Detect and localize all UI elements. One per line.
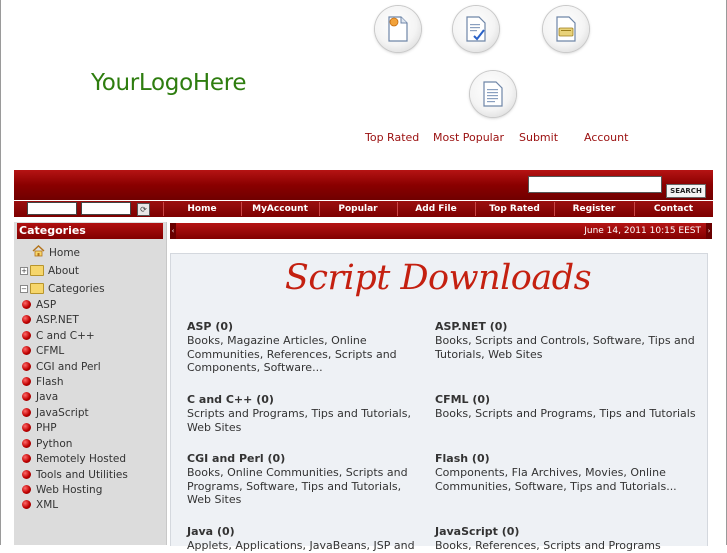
site-logo[interactable]: YourLogoHere: [91, 70, 247, 96]
category-javascript[interactable]: JavaScript: [22, 405, 89, 420]
category-label: XML: [36, 498, 59, 511]
password-field[interactable]: [81, 202, 131, 215]
tree-item-categories[interactable]: − Categories: [20, 281, 105, 296]
cell-title-javascript[interactable]: JavaScript (0): [435, 525, 519, 538]
collapse-icon[interactable]: −: [20, 284, 28, 293]
cell-title-flash[interactable]: Flash (0): [435, 452, 490, 465]
category-php[interactable]: PHP: [22, 420, 57, 435]
bullet-icon: [22, 331, 31, 340]
top-link-account[interactable]: Account: [584, 131, 628, 144]
bullet-icon: [22, 315, 31, 324]
cell-desc-asp: Books, Magazine Articles, Online Communi…: [187, 334, 397, 375]
nav-add-file[interactable]: Add File: [397, 201, 475, 217]
category-label: Tools and Utilities: [36, 468, 128, 481]
home-icon: [32, 245, 45, 260]
category-flash[interactable]: Flash: [22, 374, 64, 389]
scroll-right-icon[interactable]: ›: [706, 223, 712, 239]
nav-popular[interactable]: Popular: [319, 201, 397, 217]
cell-desc-java: Applets, Applications, JavaBeans, JSP an…: [187, 539, 415, 552]
tree-label: Categories: [48, 282, 105, 295]
category-label: CGI and Perl: [36, 360, 101, 373]
bullet-icon: [22, 423, 31, 432]
username-field[interactable]: [27, 202, 77, 215]
expand-icon[interactable]: +: [20, 266, 28, 275]
category-aspnet[interactable]: ASP.NET: [22, 312, 79, 327]
cell-desc-cgi-and-perl: Books, Online Communities, Scripts and P…: [187, 466, 408, 507]
category-label: JavaScript: [36, 406, 89, 419]
cell-title-cfml[interactable]: CFML (0): [435, 393, 490, 406]
category-tools-and-utilities[interactable]: Tools and Utilities: [22, 467, 128, 482]
scroll-left-icon[interactable]: ‹: [170, 223, 176, 239]
category-label: Flash: [36, 375, 64, 388]
cell-desc-javascript: Books, References, Scripts and Programs: [435, 539, 661, 552]
bullet-icon: [22, 392, 31, 401]
top-link-submit[interactable]: Submit: [519, 131, 558, 144]
submit-document-icon[interactable]: [543, 6, 589, 52]
bullet-icon: [22, 439, 31, 448]
cell-title-c-and-cpp[interactable]: C and C++ (0): [187, 393, 274, 406]
cell-desc-c-and-cpp: Scripts and Programs, Tips and Tutorials…: [187, 407, 411, 434]
search-input[interactable]: [528, 176, 662, 193]
category-java[interactable]: Java: [22, 389, 58, 404]
tree-label: About: [48, 264, 80, 277]
folder-icon: [30, 265, 44, 276]
page-title: Script Downloads: [284, 258, 592, 298]
cell-title-cgi-and-perl[interactable]: CGI and Perl (0): [187, 452, 285, 465]
cell-title-asp[interactable]: ASP (0): [187, 320, 233, 333]
login-go-icon[interactable]: ⟳: [137, 203, 150, 216]
top-link-most-popular[interactable]: Most Popular: [433, 131, 504, 144]
checked-document-icon[interactable]: [453, 6, 499, 52]
category-asp[interactable]: ASP: [22, 297, 56, 312]
category-cgi-and-perl[interactable]: CGI and Perl: [22, 359, 101, 374]
cell-desc-aspnet: Books, Scripts and Controls, Software, T…: [435, 334, 695, 361]
nav-register[interactable]: Register: [554, 201, 634, 217]
category-label: CFML: [36, 344, 65, 357]
cell-desc-cfml: Books, Scripts and Programs, Tips and Tu…: [435, 407, 696, 420]
nav-myaccount[interactable]: MyAccount: [241, 201, 319, 217]
tree-label: Home: [49, 246, 81, 259]
category-label: ASP: [36, 298, 57, 311]
category-c-and-cpp[interactable]: C and C++: [22, 328, 95, 343]
nav-home[interactable]: Home: [163, 201, 241, 217]
top-link-top-rated[interactable]: Top Rated: [365, 131, 419, 144]
sidebar-title: Categories: [17, 223, 163, 239]
bullet-icon: [22, 300, 31, 309]
bullet-icon: [22, 500, 31, 509]
date-bar: June 14, 2011 10:15 EEST: [170, 223, 706, 239]
cell-title-java[interactable]: Java (0): [187, 525, 235, 538]
category-xml[interactable]: XML: [22, 497, 58, 512]
category-label: Java: [36, 390, 59, 403]
cell-desc-flash: Components, Fla Archives, Movies, Online…: [435, 466, 677, 493]
category-label: C and C++: [36, 329, 95, 342]
category-label: PHP: [36, 421, 57, 434]
category-web-hosting[interactable]: Web Hosting: [22, 482, 102, 497]
category-cfml[interactable]: CFML: [22, 343, 64, 358]
bullet-icon: [22, 485, 31, 494]
bullet-icon: [22, 377, 31, 386]
tree-item-about[interactable]: + About: [20, 263, 79, 278]
bullet-icon: [22, 454, 31, 463]
category-label: Remotely Hosted: [36, 452, 127, 465]
category-label: Web Hosting: [36, 483, 103, 496]
category-python[interactable]: Python: [22, 436, 72, 451]
category-label: ASP.NET: [36, 313, 79, 326]
bullet-icon: [22, 408, 31, 417]
account-document-icon[interactable]: [470, 71, 516, 117]
folder-open-icon: [30, 283, 44, 294]
new-document-icon[interactable]: [375, 6, 421, 52]
tree-item-home[interactable]: Home: [32, 245, 80, 260]
bullet-icon: [22, 346, 31, 355]
category-label: Python: [36, 437, 73, 450]
search-button[interactable]: SEARCH: [666, 184, 706, 198]
cell-title-aspnet[interactable]: ASP.NET (0): [435, 320, 507, 333]
bullet-icon: [22, 362, 31, 371]
nav-contact[interactable]: Contact: [634, 201, 713, 217]
nav-top-rated[interactable]: Top Rated: [475, 201, 554, 217]
bullet-icon: [22, 470, 31, 479]
category-remotely-hosted[interactable]: Remotely Hosted: [22, 451, 126, 466]
